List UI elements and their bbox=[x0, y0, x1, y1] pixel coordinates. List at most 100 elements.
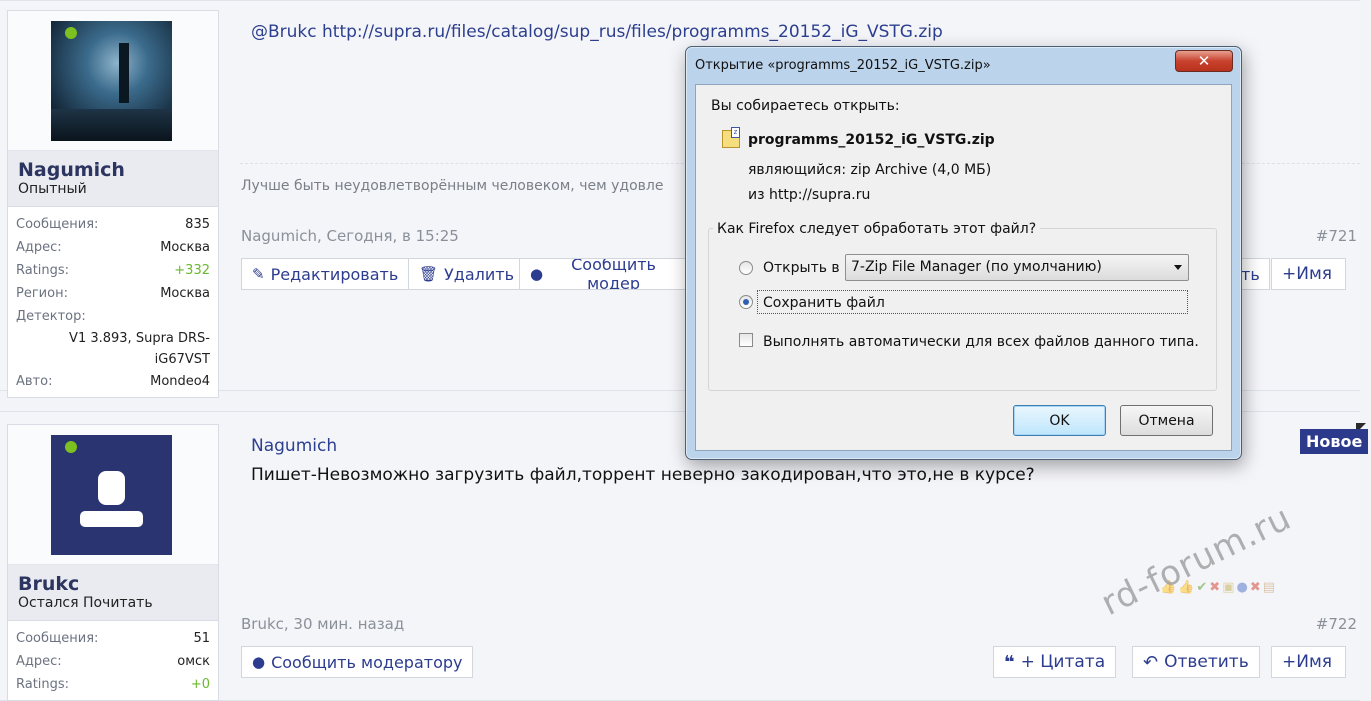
trash-icon: 🗑 bbox=[419, 265, 439, 283]
cross-icon[interactable]: ✖ bbox=[1209, 580, 1220, 595]
report-button[interactable]: ● Сообщить модер bbox=[519, 258, 689, 290]
file-name: programms_20152_iG_VSTG.zip bbox=[748, 132, 995, 148]
user-card: Brukc Остался Почитать Сообщения: 51 Адр… bbox=[7, 424, 219, 701]
save-file-label[interactable]: Сохранить файл bbox=[763, 295, 885, 311]
info-value: Москва bbox=[160, 286, 210, 301]
info-row-region: Регион: Москва bbox=[16, 282, 210, 305]
delete-button[interactable]: 🗑 Удалить bbox=[408, 258, 526, 290]
user-name-block: Brukc Остался Почитать bbox=[8, 565, 218, 621]
report-button[interactable]: ● Сообщить модератору bbox=[241, 646, 474, 678]
cancel-button[interactable]: Отмена bbox=[1120, 405, 1213, 436]
dialog-title: Открытие «programms_20152_iG_VSTG.zip» bbox=[695, 58, 991, 73]
reply-author[interactable]: Nagumich bbox=[251, 436, 337, 456]
online-indicator bbox=[65, 27, 77, 39]
info-label: Ratings: bbox=[16, 677, 70, 692]
file-type-value: zip Archive (4,0 МБ) bbox=[850, 162, 992, 178]
report-label: Сообщить модератору bbox=[271, 652, 463, 672]
user-title: Опытный bbox=[18, 181, 87, 197]
reply-button[interactable]: ↶ Ответить bbox=[1132, 646, 1260, 678]
auto-action-label[interactable]: Выполнять автоматически для всех файлов … bbox=[763, 334, 1199, 350]
close-button[interactable]: ✕ bbox=[1175, 50, 1233, 72]
dialog-titlebar[interactable]: Открытие «programms_20152_iG_VSTG.zip» ✕ bbox=[686, 47, 1241, 83]
info-label: Регион: bbox=[16, 286, 68, 301]
info-row-ratings: Ratings: +0 bbox=[16, 673, 210, 696]
info-row-messages: Сообщения: 51 bbox=[16, 627, 210, 650]
open-with-select[interactable]: 7-Zip File Manager (по умолчанию) bbox=[845, 254, 1189, 281]
avatar[interactable] bbox=[51, 21, 172, 141]
zip-mark: z bbox=[731, 127, 740, 138]
user-info: Сообщения: 51 Адрес: омск Ratings: +0 bbox=[8, 621, 218, 700]
cross-icon[interactable]: ✖ bbox=[1250, 580, 1261, 595]
edit-button[interactable]: ✎ Редактировать bbox=[241, 258, 410, 290]
info-row-address: Адрес: Москва bbox=[16, 236, 210, 259]
open-with-value: 7-Zip File Manager (по умолчанию) bbox=[851, 259, 1102, 275]
info-value: Mondeo4 bbox=[150, 374, 210, 389]
avatar-lighthouse bbox=[119, 43, 129, 103]
reply-arrow-icon: ↶ bbox=[1143, 651, 1159, 673]
name-button[interactable]: +Имя bbox=[1271, 646, 1346, 678]
info-label: Адрес: bbox=[16, 240, 62, 255]
info-value: Москва bbox=[160, 240, 210, 255]
user-title: Остался Почитать bbox=[18, 595, 153, 611]
signature: Лучше быть неудовлетворённым человеком, … bbox=[241, 178, 664, 194]
quote-icon: ❝ bbox=[1004, 651, 1015, 673]
new-badge: Новое bbox=[1300, 429, 1369, 454]
action-question: Как Firefox следует обработать этот файл… bbox=[713, 221, 1041, 237]
info-row-auto: Авто: Mondeo4 bbox=[16, 370, 210, 393]
alert-icon: ● bbox=[252, 653, 266, 671]
save-file-radio[interactable] bbox=[739, 295, 753, 309]
avatar-area bbox=[8, 425, 218, 565]
info-label: Адрес: bbox=[16, 654, 62, 669]
post-number[interactable]: #722 bbox=[1316, 615, 1357, 633]
name-button[interactable]: +Имя bbox=[1271, 258, 1346, 290]
user-info: Сообщения: 835 Адрес: Москва Ratings: +3… bbox=[8, 207, 218, 397]
detector-value: V1 3.893, Supra DRS-iG67VST bbox=[69, 331, 210, 367]
quote-link[interactable]: @Brukc http://supra.ru/files/catalog/sup… bbox=[251, 22, 943, 42]
delete-label: Удалить bbox=[444, 264, 515, 284]
box-icon[interactable]: ▤ bbox=[1263, 580, 1275, 595]
info-value: омск bbox=[177, 654, 210, 669]
zip-file-icon: z bbox=[722, 127, 740, 148]
flag-icon[interactable]: ▣ bbox=[1222, 580, 1234, 595]
open-with-label[interactable]: Открыть в bbox=[763, 260, 840, 276]
post-text: Пишет-Невозможно загрузить файл,торрент … bbox=[251, 465, 1035, 485]
quote-button[interactable]: ❝ + Цитата bbox=[993, 646, 1117, 678]
user-name-block: Nagumich Опытный bbox=[8, 151, 218, 207]
info-row-detector: Детектор: bbox=[16, 305, 210, 328]
reply-label: Ответить bbox=[1164, 652, 1249, 672]
info-label: Сообщения: bbox=[16, 217, 99, 232]
online-indicator bbox=[65, 441, 77, 453]
info-label: Сообщения: bbox=[16, 631, 99, 646]
post-meta[interactable]: Nagumich, Сегодня, в 15:25 bbox=[241, 227, 459, 245]
info-row-ratings: Ratings: +332 bbox=[16, 259, 210, 282]
post-number[interactable]: #721 bbox=[1316, 227, 1357, 245]
info-label: Авто: bbox=[16, 374, 53, 389]
info-value: 835 bbox=[185, 217, 210, 232]
info-label: Детектор: bbox=[16, 309, 86, 324]
file-source-value: http://supra.ru bbox=[769, 187, 871, 203]
info-row-messages: Сообщения: 835 bbox=[16, 213, 210, 236]
post-meta[interactable]: Brukc, 30 мин. назад bbox=[241, 615, 404, 633]
user-name[interactable]: Nagumich bbox=[18, 159, 208, 181]
user-card: Nagumich Опытный Сообщения: 835 Адрес: М… bbox=[7, 10, 219, 398]
dialog-intro: Вы собираетесь открыть: bbox=[711, 98, 900, 114]
info-icon[interactable]: ● bbox=[1236, 580, 1247, 595]
chevron-down-icon bbox=[1174, 265, 1182, 270]
quote-label: + Цитата bbox=[1020, 652, 1106, 672]
info-value: 51 bbox=[193, 631, 210, 646]
name-label: +Имя bbox=[1282, 264, 1333, 284]
edit-label: Редактировать bbox=[270, 264, 399, 284]
avatar[interactable] bbox=[51, 435, 172, 555]
open-with-radio[interactable] bbox=[739, 261, 753, 275]
avatar-area bbox=[8, 11, 218, 151]
avatar-landscape bbox=[51, 109, 172, 141]
default-avatar-icon bbox=[80, 471, 143, 527]
pencil-icon: ✎ bbox=[252, 265, 265, 283]
file-source-label: из bbox=[748, 187, 765, 203]
user-name[interactable]: Brukc bbox=[18, 573, 208, 595]
reply-label: ть bbox=[1241, 264, 1260, 284]
file-source-row: из http://supra.ru bbox=[748, 187, 870, 203]
ok-button[interactable]: OK bbox=[1013, 405, 1106, 436]
alert-icon: ● bbox=[530, 265, 544, 283]
auto-action-checkbox[interactable] bbox=[739, 333, 753, 347]
